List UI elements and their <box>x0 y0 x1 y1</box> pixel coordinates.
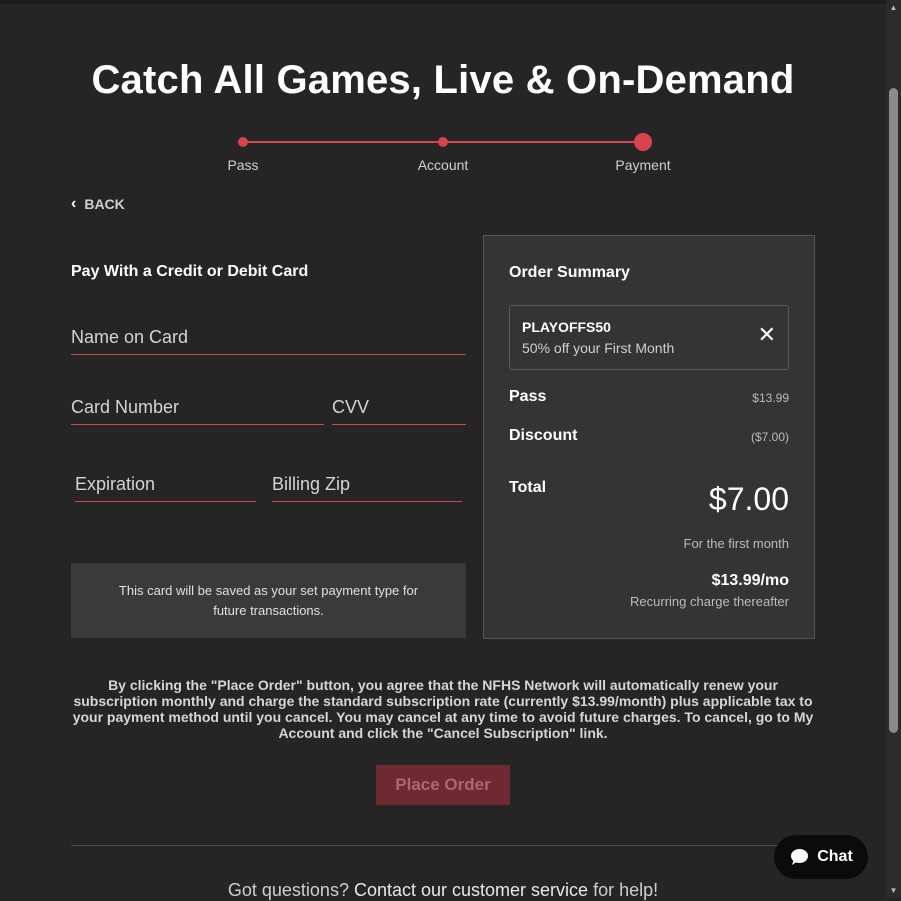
step-dot-account <box>438 137 448 147</box>
recurring-note: Recurring charge thereafter <box>630 594 789 609</box>
chat-bubble-icon <box>791 849 809 865</box>
scroll-thumb[interactable] <box>889 88 898 733</box>
chat-button[interactable]: Chat <box>774 835 868 879</box>
top-bar <box>0 0 886 4</box>
promo-code-box: PLAYOFFS50 50% off your First Month ✕ <box>509 305 789 370</box>
total-label: Total <box>509 479 547 496</box>
pass-label: Pass <box>509 388 547 405</box>
chevron-left-icon: ‹ <box>71 195 77 212</box>
scrollbar[interactable]: ▲ ▼ <box>886 0 901 897</box>
order-summary-title: Order Summary <box>509 264 630 281</box>
card-number-input[interactable] <box>71 390 328 426</box>
card-number-field[interactable]: Card Number <box>71 390 328 426</box>
progress-stepper: Pass Account Payment <box>0 132 886 182</box>
scroll-up-arrow-icon[interactable]: ▲ <box>886 0 901 14</box>
saved-card-note: This card will be saved as your set paym… <box>71 563 466 638</box>
footer-help: Got questions? Contact our customer serv… <box>0 880 886 901</box>
footer-divider <box>71 845 815 846</box>
total-amount: $7.00 <box>708 481 789 517</box>
name-on-card-field[interactable]: Name on Card <box>71 320 470 356</box>
terms-text: By clicking the "Place Order" button, yo… <box>72 677 814 741</box>
expiration-input[interactable] <box>75 467 260 503</box>
discount-value: ($7.00) <box>750 430 789 444</box>
footer-prefix: Got questions? <box>227 880 354 900</box>
step-label-payment: Payment <box>615 157 671 173</box>
page-title: Catch All Games, Live & On-Demand <box>91 58 795 102</box>
footer-suffix: for help! <box>588 880 659 900</box>
place-order-button[interactable]: Place Order <box>376 765 510 805</box>
step-label-pass: Pass <box>227 157 259 173</box>
step-dot-payment <box>634 133 652 151</box>
scroll-down-arrow-icon[interactable]: ▼ <box>886 883 901 897</box>
discount-label: Discount <box>509 427 578 444</box>
promo-description: 50% off your First Month <box>522 340 675 356</box>
cvv-input[interactable] <box>332 390 470 426</box>
back-label: BACK <box>84 196 125 212</box>
step-dot-pass <box>238 137 248 147</box>
expiration-field[interactable]: Expiration <box>75 467 260 503</box>
close-icon[interactable]: ✕ <box>758 324 776 346</box>
order-summary-panel: Order Summary PLAYOFFS50 50% off your Fi… <box>483 235 815 639</box>
billing-zip-input[interactable] <box>272 467 466 503</box>
customer-service-link[interactable]: Contact our customer service <box>354 880 588 900</box>
promo-code: PLAYOFFS50 <box>522 319 611 335</box>
cvv-field[interactable]: CVV <box>332 390 470 426</box>
chat-label: Chat <box>817 848 853 865</box>
first-month-note: For the first month <box>683 536 789 551</box>
back-button[interactable]: ‹ BACK <box>71 195 125 213</box>
name-on-card-input[interactable] <box>71 320 470 356</box>
payment-section-title: Pay With a Credit or Debit Card <box>71 263 309 280</box>
step-label-account: Account <box>417 157 469 173</box>
recurring-price: $13.99/mo <box>711 572 789 589</box>
billing-zip-field[interactable]: Billing Zip <box>272 467 466 503</box>
pass-price: $13.99 <box>752 391 789 405</box>
